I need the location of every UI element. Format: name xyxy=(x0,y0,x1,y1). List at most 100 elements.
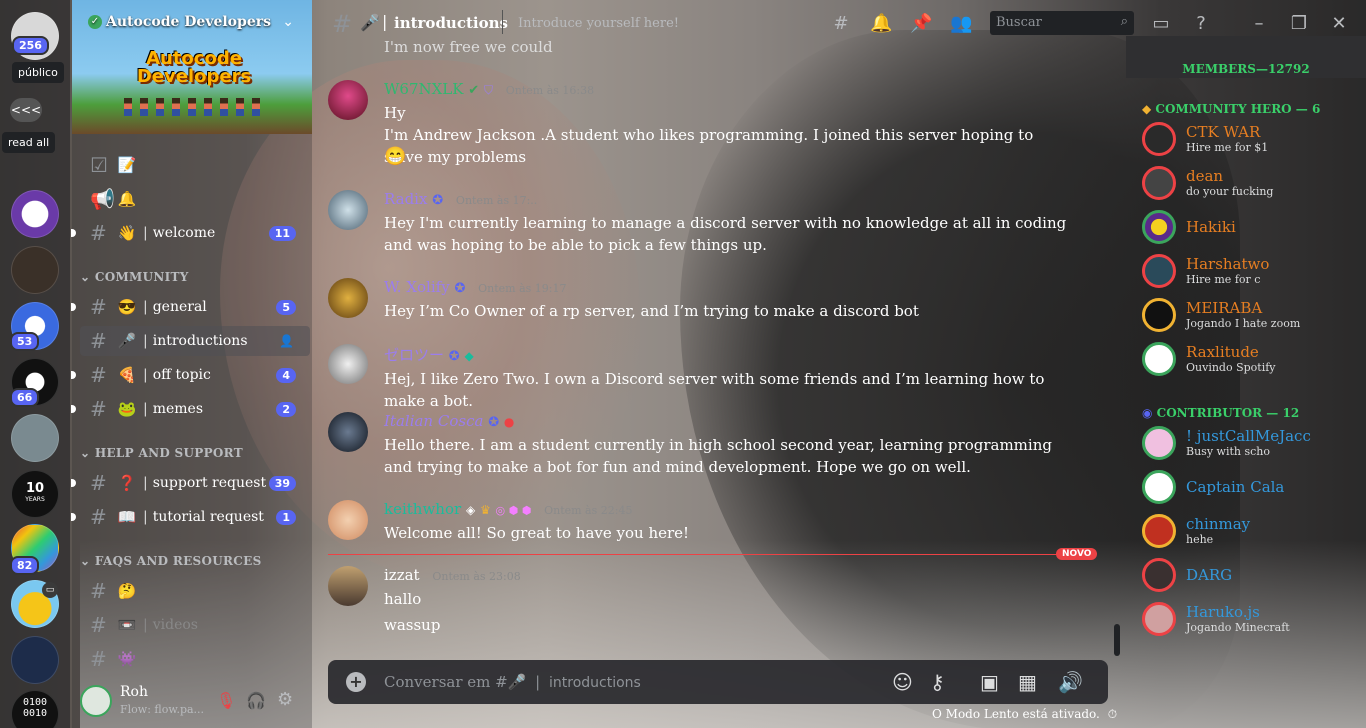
add-member-icon[interactable]: 👤 xyxy=(279,334,294,348)
member-name: Raxlitude xyxy=(1186,343,1259,361)
message-author[interactable]: W. Xolify ✪ Ontem às 19:17 xyxy=(384,278,567,296)
member-item[interactable]: Hakiki xyxy=(1142,210,1362,246)
member-item[interactable]: ! justCallMeJacc Busy with scho xyxy=(1142,426,1362,462)
maximize-icon[interactable]: ❐ xyxy=(1288,13,1310,35)
message-input[interactable]: Conversar em #🎤 | introductions xyxy=(384,673,641,691)
help-icon[interactable]: ? xyxy=(1190,13,1212,35)
member-name: CTK WAR xyxy=(1186,123,1261,141)
scrollbar[interactable] xyxy=(1114,624,1120,656)
channel-general[interactable]: # 😎 | general 5 xyxy=(71,292,310,322)
message-author[interactable]: Italian Cosca ✪ ● xyxy=(384,412,514,430)
avatar[interactable] xyxy=(328,190,368,230)
server-icon-10years[interactable]: 10 YEARS xyxy=(11,470,59,518)
member-item[interactable]: Haruko.js Jogando Minecraft xyxy=(1142,602,1362,638)
speaker-icon[interactable]: 🔊 xyxy=(1058,670,1083,694)
message-author[interactable]: Radix ✪ Ontem às 17:.. xyxy=(384,190,537,208)
member-item[interactable]: CTK WAR Hire me for $1 xyxy=(1142,122,1362,158)
category-faqs[interactable]: ⌄ FAQS AND RESOURCES xyxy=(80,554,262,568)
members-icon[interactable]: 👥 xyxy=(950,13,972,35)
avatar[interactable] xyxy=(80,685,112,717)
member-item[interactable]: chinmay hehe xyxy=(1142,514,1362,550)
message-author[interactable]: keithwhor ◈ ♛ ◎ ⬢ ⬢ Ontem às 22:45 xyxy=(384,500,632,518)
author-name[interactable]: W67NXLK xyxy=(384,80,463,98)
avatar[interactable] xyxy=(328,80,368,120)
author-name[interactable]: Italian Cosca xyxy=(384,412,483,430)
server-header[interactable]: ✓ Autocode Developers xyxy=(88,14,271,30)
author-name[interactable]: ゼロツー xyxy=(384,346,444,364)
author-name[interactable]: keithwhor xyxy=(384,500,461,518)
channel-announcements[interactable]: 📢 🔔 xyxy=(80,184,310,214)
member-list: MEMBERS—12792 ◆ COMMUNITY HERO — 6 CTK W… xyxy=(1126,36,1366,728)
add-attachment-button[interactable]: + xyxy=(346,672,366,692)
role-header-contributor: ◉ CONTRIBUTOR — 12 xyxy=(1142,406,1299,420)
member-item[interactable]: MEIRABA Jogando I hate zoom xyxy=(1142,298,1362,334)
shield-icon: ⛉ xyxy=(483,83,493,97)
author-name[interactable]: W. Xolify xyxy=(384,278,450,296)
author-name[interactable]: Radix xyxy=(384,190,427,208)
user-status: Flow: flow.pa... xyxy=(120,703,205,716)
mute-mic-icon[interactable]: 🎙 xyxy=(216,691,236,710)
collapse-button[interactable]: <<< xyxy=(10,98,42,122)
member-item[interactable]: Harshatwo Hire me for c xyxy=(1142,254,1362,290)
category-help[interactable]: ⌄ HELP AND SUPPORT xyxy=(80,446,243,460)
chevron-down-icon[interactable]: ⌄ xyxy=(282,14,294,30)
member-item[interactable]: Raxlitude Ouvindo Spotify xyxy=(1142,342,1362,378)
member-item[interactable]: dean do your fucking xyxy=(1142,166,1362,202)
channel-emoji: 👾 xyxy=(117,650,137,668)
member-name: Harshatwo xyxy=(1186,255,1270,273)
message-text: Hello there. I am a student currently in… xyxy=(384,436,1052,476)
server-badge-2: 66 xyxy=(10,388,40,407)
server-icon-binary[interactable]: 0100 0010 xyxy=(11,690,59,728)
key-icon[interactable]: ⚷ xyxy=(930,670,945,694)
channel-welcome[interactable]: # 👋 | welcome 11 xyxy=(71,218,310,248)
search-input[interactable]: Buscar ⌕ xyxy=(990,11,1134,35)
message-author[interactable]: izzat Ontem às 23:08 xyxy=(384,566,521,584)
avatar[interactable] xyxy=(328,566,368,606)
member-item[interactable]: DARG xyxy=(1142,558,1362,594)
server-icon-landscape[interactable] xyxy=(11,414,59,462)
avatar[interactable] xyxy=(328,344,368,384)
emoji-icon[interactable]: ☺ xyxy=(892,670,913,694)
avatar[interactable] xyxy=(328,500,368,540)
gear-icon[interactable]: ⚙ xyxy=(277,689,293,710)
channel-label: off topic xyxy=(152,367,211,383)
film-icon[interactable]: ▦ xyxy=(1018,670,1037,694)
channel-support-request[interactable]: # ❓ | support request 39 xyxy=(71,468,310,498)
channel-introductions[interactable]: # 🎤 | introductions 👤 xyxy=(80,326,310,356)
category-community[interactable]: ⌄ COMMUNITY xyxy=(80,270,189,284)
message-composer[interactable]: + Conversar em #🎤 | introductions ☺ ⚷ ▣ … xyxy=(328,660,1108,704)
channel-faq[interactable]: # 🤔 xyxy=(80,576,310,606)
channel-memes[interactable]: # 🐸 | memes 2 xyxy=(71,394,310,424)
minimize-icon[interactable]: – xyxy=(1248,13,1270,35)
threads-icon[interactable]: # xyxy=(830,13,852,35)
read-all-button[interactable]: read all xyxy=(2,132,56,153)
server-icon-purple[interactable] xyxy=(11,190,59,238)
close-icon[interactable]: ✕ xyxy=(1328,13,1350,35)
channel-games[interactable]: # 👾 xyxy=(80,644,310,674)
member-item[interactable]: Captain Cala xyxy=(1142,470,1362,506)
avatar[interactable] xyxy=(328,278,368,318)
channel-label: support request xyxy=(152,475,267,491)
role-label: COMMUNITY HERO — 6 xyxy=(1155,102,1321,116)
channel-tutorial-request[interactable]: # 📖 | tutorial request 1 xyxy=(71,502,310,532)
channel-off-topic[interactable]: # 🍕 | off topic 4 xyxy=(71,360,310,390)
message-author[interactable]: ゼロツー ✪ ◆ xyxy=(384,344,474,365)
headphones-icon[interactable]: 🎧 xyxy=(246,691,266,710)
channel-videos[interactable]: # 📼 | videos xyxy=(80,610,310,640)
mention-count: 4 xyxy=(276,367,296,383)
message-text: I'm now free we could xyxy=(384,38,553,56)
server-banner[interactable]: ✓ Autocode Developers ⌄ Autocode Develop… xyxy=(72,0,312,134)
avatar[interactable] xyxy=(328,412,368,452)
server-icon-dark-blue[interactable] xyxy=(11,636,59,684)
bell-icon[interactable]: 🔔 xyxy=(870,13,892,35)
hash-icon: # xyxy=(90,579,107,603)
message-author[interactable]: W67NXLK ✔ ⛉ Ontem às 16:38 xyxy=(384,80,594,98)
server-icon-portrait[interactable] xyxy=(11,246,59,294)
channel-label: general xyxy=(152,299,207,315)
member-status: Jogando Minecraft xyxy=(1186,621,1290,634)
channel-rules[interactable]: ☑ 📝 xyxy=(80,150,310,180)
inbox-icon[interactable]: ▭ xyxy=(1150,13,1172,35)
author-name[interactable]: izzat xyxy=(384,566,420,584)
pin-icon[interactable]: 📌 xyxy=(910,13,932,35)
image-icon[interactable]: ▣ xyxy=(980,670,999,694)
